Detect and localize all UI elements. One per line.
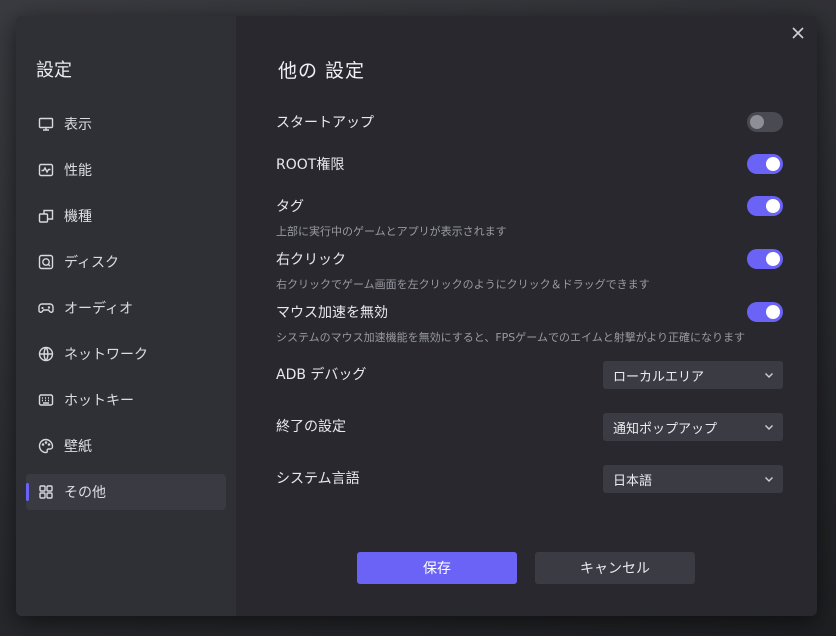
cancel-button[interactable]: キャンセル [535,552,695,584]
sidebar-item-display[interactable]: 表示 [26,106,226,142]
sidebar-item-label: 壁紙 [64,439,92,455]
setting-label: 右クリック [276,252,346,268]
disk-icon [38,254,54,270]
setting-description: 上部に実行中のゲームとアプリが表示されます [276,225,507,238]
gamepad-icon [38,300,54,316]
toggle-knob [766,199,780,213]
sidebar-item-hotkey[interactable]: ホットキー [26,382,226,418]
sidebar-item-network[interactable]: ネットワーク [26,336,226,372]
sidebar-item-label: オーディオ [64,301,134,317]
sidebar-nav: 表示 性能 機種 ディスク オーディオ ネットワーク ホットキー 壁紙 その他 [26,106,226,520]
setting-language: システム言語 日本語 [276,465,783,493]
toggle-knob [750,115,764,129]
setting-label: タグ [276,199,304,215]
settings-dialog: 設定 表示 性能 機種 ディスク オーディオ ネットワーク ホットキー 壁紙 そ… [16,16,817,616]
sidebar-item-label: ネットワーク [64,347,148,363]
save-button[interactable]: 保存 [357,552,517,584]
grid-icon [38,484,54,500]
sidebar-item-label: 性能 [64,163,92,179]
setting-root: ROOT権限 [276,154,783,174]
exit-setting-select[interactable]: 通知ポップアップ [603,413,783,441]
adb-debug-select[interactable]: ローカルエリア [603,361,783,389]
sidebar-item-performance[interactable]: 性能 [26,152,226,188]
setting-tag: タグ 上部に実行中のゲームとアプリが表示されます [276,196,783,239]
setting-label: マウス加速を無効 [276,305,388,321]
select-value: 日本語 [613,473,653,489]
right-click-toggle[interactable] [747,249,783,269]
monitor-icon [38,116,54,132]
toggle-knob [766,305,780,319]
sidebar-item-label: その他 [64,485,106,501]
root-toggle[interactable] [747,154,783,174]
chevron-down-icon [763,369,775,381]
chevron-down-icon [763,473,775,485]
sidebar-item-other[interactable]: その他 [26,474,226,510]
performance-icon [38,162,54,178]
sidebar: 設定 表示 性能 機種 ディスク オーディオ ネットワーク ホットキー 壁紙 そ… [16,16,236,616]
setting-exit: 終了の設定 通知ポップアップ [276,413,783,441]
setting-mouse-acceleration: マウス加速を無効 システムのマウス加速機能を無効にすると、FPSゲームでのエイム… [276,302,783,345]
sidebar-item-label: 機種 [64,209,92,225]
sidebar-item-disk[interactable]: ディスク [26,244,226,280]
setting-adb-debug: ADB デバッグ ローカルエリア [276,361,783,389]
sidebar-item-label: ディスク [64,255,120,271]
sidebar-item-label: ホットキー [64,393,134,409]
setting-description: システムのマウス加速機能を無効にすると、FPSゲームでのエイムと射撃がより正確に… [276,331,745,344]
close-button[interactable] [789,24,807,42]
setting-right-click: 右クリック 右クリックでゲーム画面を左クリックのようにクリック＆ドラッグできます [276,249,783,292]
tag-toggle[interactable] [747,196,783,216]
close-icon [792,27,804,39]
palette-icon [38,438,54,454]
sidebar-item-device[interactable]: 機種 [26,198,226,234]
globe-icon [38,346,54,362]
chevron-down-icon [763,421,775,433]
setting-label: スタートアップ [276,115,374,131]
select-value: ローカルエリア [613,369,705,385]
language-select[interactable]: 日本語 [603,465,783,493]
setting-description: 右クリックでゲーム画面を左クリックのようにクリック＆ドラッグできます [276,278,650,291]
page-title: 他の 設定 [278,60,366,82]
sidebar-item-label: 表示 [64,117,92,133]
sidebar-item-wallpaper[interactable]: 壁紙 [26,428,226,464]
settings-main: 他の 設定 スタートアップ ROOT権限 タグ 上部に実行中のゲームとアプリが表… [236,16,817,616]
select-value: 通知ポップアップ [613,421,718,437]
toggle-knob [766,157,780,171]
device-icon [38,208,54,224]
toggle-knob [766,252,780,266]
startup-toggle[interactable] [747,112,783,132]
sidebar-title: 設定 [36,60,72,81]
setting-label: ROOT権限 [276,157,345,173]
mouse-acceleration-toggle[interactable] [747,302,783,322]
setting-startup: スタートアップ [276,112,783,132]
sidebar-item-audio[interactable]: オーディオ [26,290,226,326]
keyboard-icon [38,392,54,408]
